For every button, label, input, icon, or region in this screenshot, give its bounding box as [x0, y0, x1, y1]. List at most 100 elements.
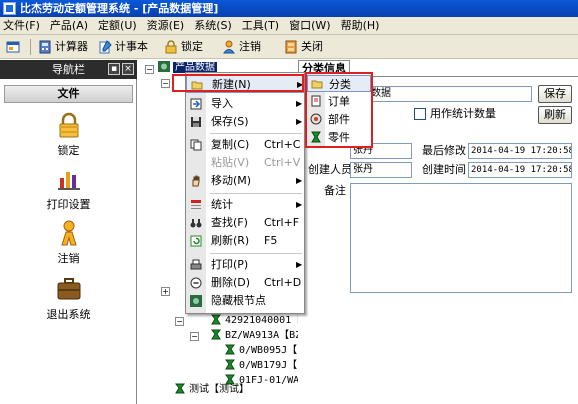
context-item-paste[interactable]: 粘贴(V) Ctrl+V: [186, 154, 304, 172]
context-menu: 新建(N) ▶ 导入 ▶ 保存(S) ▶ 复制(C) Ctrl+C 粘贴(V) …: [185, 72, 305, 314]
submenu-item-component[interactable]: 部件: [307, 111, 371, 128]
context-item-shortcut: Ctrl+C: [264, 138, 301, 151]
app-window-icon: [6, 41, 20, 53]
close-icon[interactable]: ×: [122, 63, 134, 75]
submenu-item-part[interactable]: 零件: [307, 129, 371, 146]
context-item-find[interactable]: 查找(F) Ctrl+F: [186, 214, 304, 232]
navigation-panel: 导航栏 ▪ × 文件 锁定 打印设置 注销 退出系统: [0, 60, 137, 404]
context-item-label: 打印(P): [211, 258, 249, 271]
navigation-section-file[interactable]: 文件: [4, 85, 133, 103]
submenu-item-label: 分类: [329, 78, 351, 91]
context-item-hide-root[interactable]: 隐藏根节点: [186, 292, 304, 310]
menu-window[interactable]: 窗口(W): [284, 17, 335, 35]
tree-node-label: 0/WB095J【: [239, 345, 298, 356]
briefcase-icon: [57, 278, 81, 300]
component-gear-icon: [310, 113, 322, 125]
context-item-import[interactable]: 导入 ▶: [186, 95, 304, 113]
remark-textarea[interactable]: [350, 183, 572, 293]
context-item-save[interactable]: 保存(S) ▶: [186, 113, 304, 131]
menu-resource[interactable]: 资源(E): [142, 17, 190, 35]
calculator-label: 计算器: [55, 40, 88, 53]
context-item-label: 导入: [211, 97, 233, 110]
save-disk-icon: [191, 117, 201, 127]
menu-product[interactable]: 产品(A): [45, 17, 93, 35]
title-bar: 比杰劳动定额管理系统 - [产品数据管理]: [0, 0, 578, 17]
menu-help[interactable]: 帮助(H): [336, 17, 385, 35]
tree-node[interactable]: 42921040001【: [210, 313, 301, 329]
notepad-button[interactable]: 计事本: [98, 37, 154, 57]
context-item-copy[interactable]: 复制(C) Ctrl+C: [186, 136, 304, 154]
submenu-arrow-icon: ▶: [296, 200, 303, 209]
expand-toggle[interactable]: −: [145, 65, 154, 74]
tree-node[interactable]: 0/WB179J【: [224, 358, 297, 374]
toolbar-separator: [30, 39, 31, 55]
lock-label: 锁定: [181, 40, 203, 53]
context-item-label: 隐藏根节点: [211, 294, 266, 307]
hide-node-icon: [190, 295, 202, 307]
context-item-label: 粘贴(V): [211, 156, 250, 169]
tree-node[interactable]: 测试【测试】: [174, 382, 249, 398]
close-label: 关闭: [301, 40, 323, 53]
menu-tools[interactable]: 工具(T): [237, 17, 284, 35]
tree-node[interactable]: 0/WB095J【: [224, 343, 297, 359]
expand-toggle[interactable]: +: [161, 287, 170, 296]
refresh-icon: [190, 235, 202, 247]
expand-toggle[interactable]: −: [161, 79, 170, 88]
submenu-item-label: 订单: [328, 95, 350, 108]
printer-icon: [190, 259, 202, 270]
context-item-label: 统计: [211, 198, 233, 211]
submenu-arrow-icon: ▶: [296, 99, 303, 108]
context-item-print[interactable]: 打印(P) ▶: [186, 256, 304, 274]
menu-separator: [210, 133, 302, 134]
expand-toggle[interactable]: −: [190, 332, 199, 341]
context-item-shortcut: Ctrl+D: [264, 276, 302, 289]
close-button[interactable]: 关闭: [284, 37, 330, 57]
nav-item-logout[interactable]: 注销: [0, 220, 137, 268]
window-title: 比杰劳动定额管理系统 - [产品数据管理]: [20, 2, 219, 15]
context-item-statistics[interactable]: 统计 ▶: [186, 196, 304, 214]
menu-system[interactable]: 系统(S): [189, 17, 237, 35]
menu-file[interactable]: 文件(F): [0, 17, 45, 35]
submenu-item-category[interactable]: 分类: [307, 75, 371, 92]
nav-item-lock[interactable]: 锁定: [0, 112, 137, 160]
highlight-new-item: [172, 74, 304, 92]
toolbar-app-button[interactable]: [6, 37, 24, 57]
calculator-button[interactable]: 计算器: [38, 37, 94, 57]
creator-field[interactable]: 张丹: [350, 162, 412, 178]
nav-item-exit[interactable]: 退出系统: [0, 276, 137, 324]
context-item-label: 移动(M): [211, 174, 252, 187]
created-time-field[interactable]: 2014-04-19 17:20:58: [468, 162, 572, 178]
app-icon: [3, 2, 16, 15]
context-item-label: 保存(S): [211, 115, 249, 128]
context-item-shortcut: F5: [264, 234, 278, 247]
name-field[interactable]: 数据: [368, 86, 532, 102]
nav-item-print-settings[interactable]: 打印设置: [0, 166, 137, 214]
binoculars-icon: [190, 219, 202, 228]
menu-quota[interactable]: 定额(U): [93, 17, 142, 35]
nav-item-label: 退出系统: [46, 308, 91, 321]
tree-node-label: 0/WB179J【: [239, 360, 298, 371]
refresh-button[interactable]: 刷新: [538, 106, 572, 124]
last-modified-field[interactable]: 2014-04-19 17:20:58: [468, 143, 572, 159]
context-item-refresh[interactable]: 刷新(R) F5: [186, 232, 304, 250]
logout-button[interactable]: 注销: [222, 37, 268, 57]
close-door-icon: [285, 40, 297, 54]
user-logout-icon: [223, 40, 235, 54]
tree-node-label: 测试【测试】: [189, 384, 249, 395]
submenu-item-order[interactable]: 订单: [307, 93, 371, 110]
lock-button[interactable]: 锁定: [164, 37, 210, 57]
stat-quantity-checkbox[interactable]: [414, 108, 426, 120]
context-item-shortcut: Ctrl+F: [264, 216, 300, 229]
save-button[interactable]: 保存: [538, 85, 572, 103]
expand-toggle[interactable]: −: [175, 317, 184, 326]
context-item-shortcut: Ctrl+V: [264, 156, 301, 169]
new-submenu: 分类 订单 部件 零件: [305, 72, 373, 148]
context-item-move[interactable]: 移动(M) ▶: [186, 172, 304, 190]
tree-node-label: BZ/WA913A【BZ: [225, 330, 302, 341]
order-icon: [311, 95, 321, 107]
context-item-delete[interactable]: 删除(D) Ctrl+D: [186, 274, 304, 292]
pin-icon[interactable]: ▪: [108, 63, 120, 75]
product-data-icon: [158, 61, 170, 72]
submenu-arrow-icon: ▶: [296, 260, 303, 269]
tree-node[interactable]: BZ/WA913A【BZ: [210, 328, 301, 344]
